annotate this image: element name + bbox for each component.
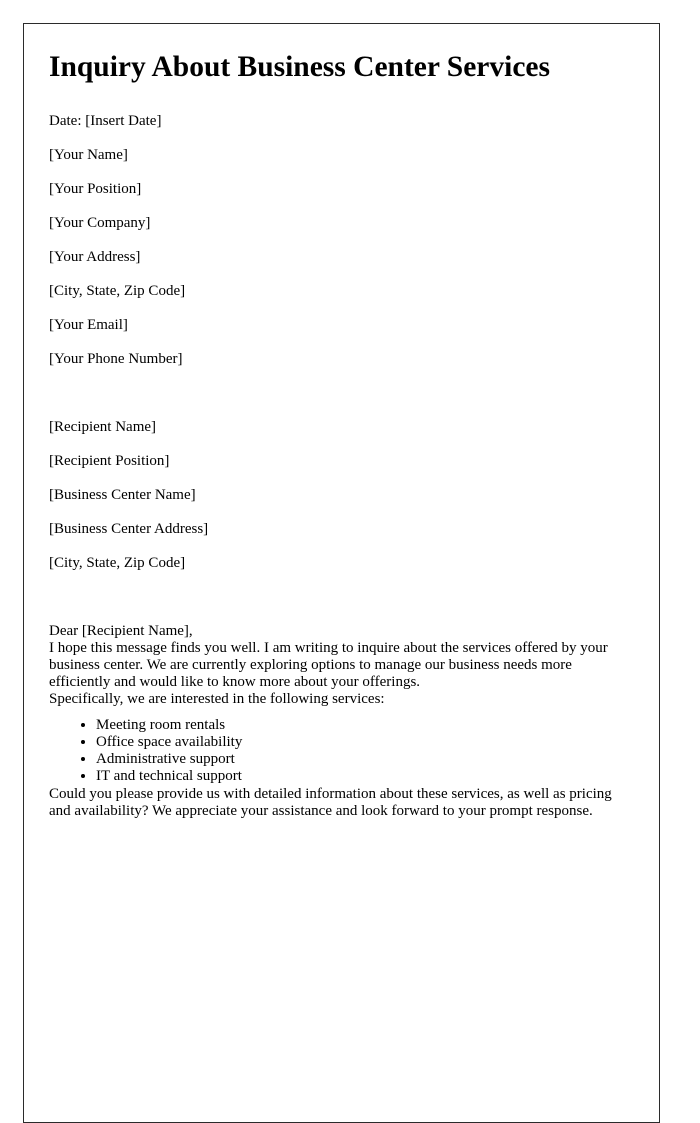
recipient-position: [Recipient Position] (49, 452, 170, 469)
list-item: Administrative support (96, 751, 633, 768)
document-content: Inquiry About Business Center Services D… (24, 24, 659, 820)
list-item: IT and technical support (96, 768, 633, 785)
page-title: Inquiry About Business Center Services (49, 51, 551, 83)
date-line: Date: [Insert Date] (49, 112, 162, 129)
sender-company: [Your Company] (49, 214, 151, 231)
salutation: Dear [Recipient Name], (49, 622, 193, 639)
sender-position: [Your Position] (49, 180, 142, 197)
body-paragraph-2: Could you please provide us with detaile… (49, 785, 612, 819)
sender-phone: [Your Phone Number] (49, 350, 183, 367)
recipient-address: [Business Center Address] (49, 520, 209, 537)
sender-email: [Your Email] (49, 316, 128, 333)
sender-address: [Your Address] (49, 248, 141, 265)
document-page: Inquiry About Business Center Services D… (23, 23, 660, 1123)
recipient-company: [Business Center Name] (49, 486, 196, 503)
recipient-city-state-zip: [City, State, Zip Code] (49, 554, 186, 571)
body-paragraph-1: I hope this message finds you well. I am… (49, 639, 608, 690)
list-item: Office space availability (96, 734, 633, 751)
services-intro: Specifically, we are interested in the f… (49, 690, 385, 707)
recipient-name: [Recipient Name] (49, 418, 157, 435)
sender-city-state-zip: [City, State, Zip Code] (49, 282, 186, 299)
services-list: Meeting room rentals Office space availa… (49, 717, 633, 786)
sender-name: [Your Name] (49, 146, 128, 163)
list-item: Meeting room rentals (96, 717, 633, 734)
